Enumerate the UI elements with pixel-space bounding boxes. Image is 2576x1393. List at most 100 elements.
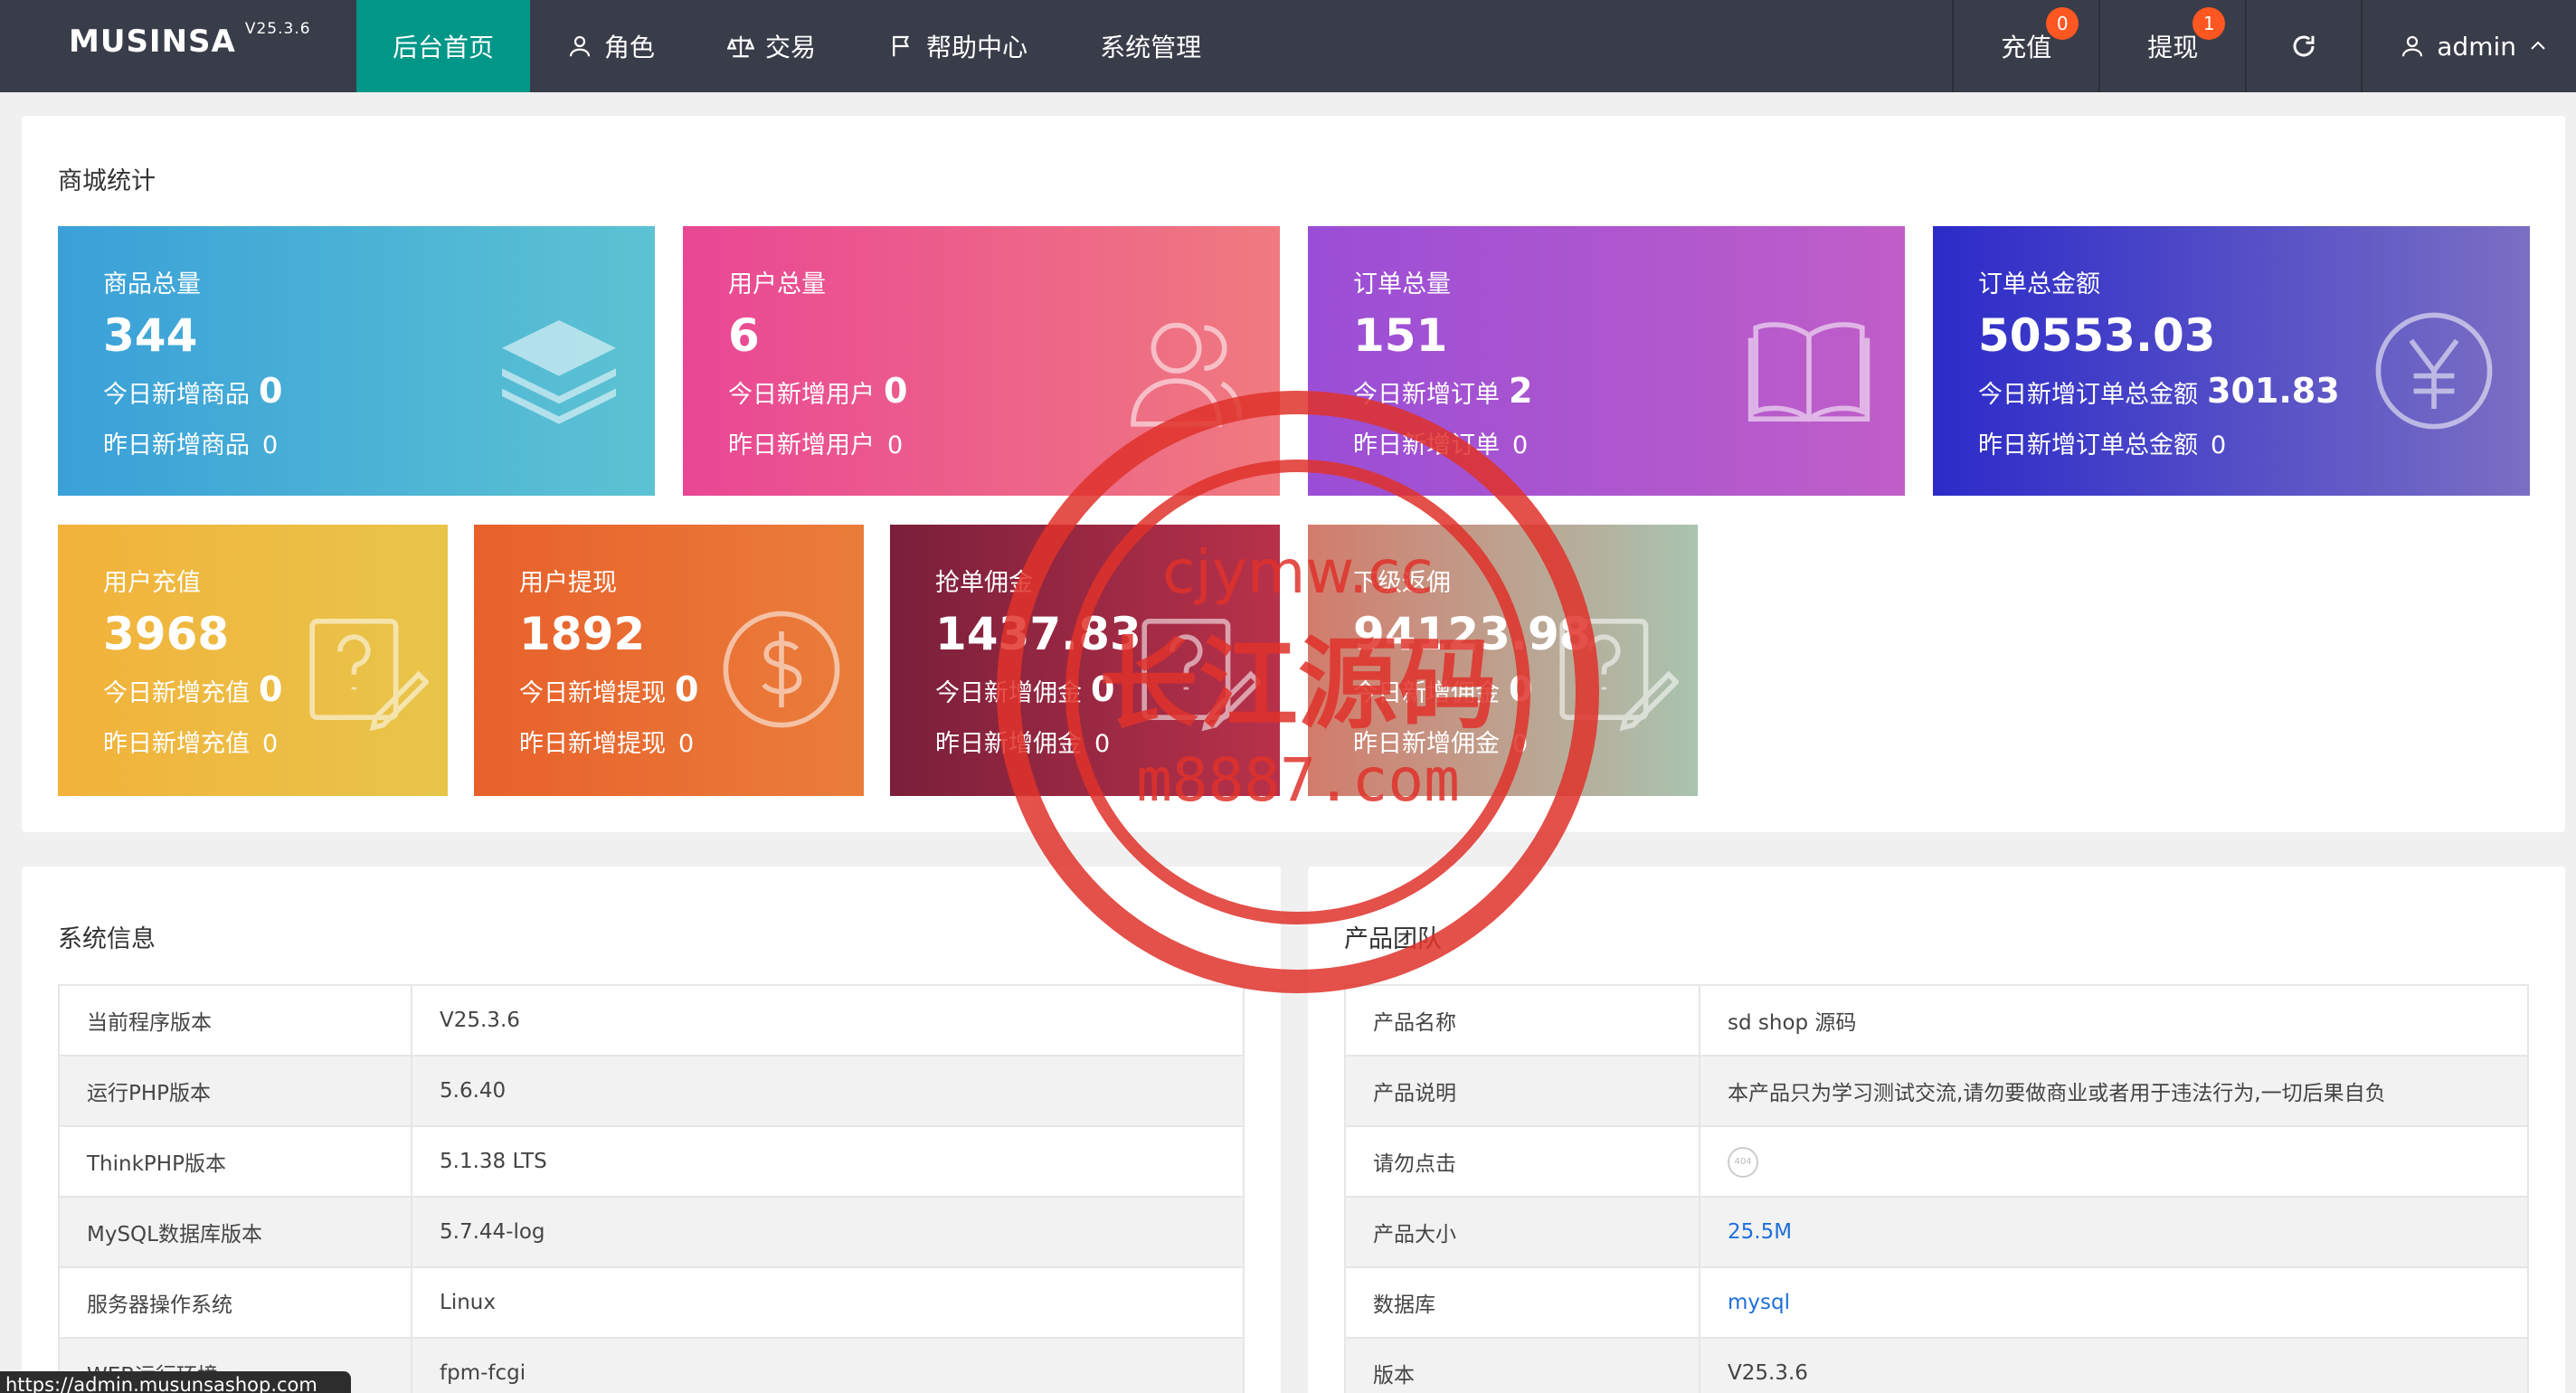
card-label: 订单总金额 <box>1978 270 2100 298</box>
card-value: 3968 <box>103 608 230 660</box>
top-navbar: MUSINSA V25.3.6 后台首页 角色 交易 帮助中心 系统管理 充值 0… <box>0 0 2576 92</box>
row-value: 25.5M <box>1699 1196 2529 1268</box>
card-value: 6 <box>728 309 760 362</box>
nav-help[interactable]: 帮助中心 <box>852 0 1064 92</box>
card-yesterday: 昨日新增充值 0 <box>103 730 279 758</box>
row-value: mysql <box>1699 1266 2529 1339</box>
card-today: 今日新增佣金 0 <box>1353 669 1533 709</box>
row-value: 本产品只为学习测试交流,请勿要做商业或者用于违法行为,一切后果自负 <box>1699 1055 2529 1127</box>
row-key: 请勿点击 <box>1344 1125 1700 1198</box>
version-label: V25.3.6 <box>244 19 311 38</box>
nav-system[interactable]: 系统管理 <box>1064 0 1237 92</box>
table-row: 版本 V25.3.6 <box>1344 1337 2529 1393</box>
row-value: 5.6.40 <box>411 1055 1245 1127</box>
card-value: 151 <box>1353 309 1448 362</box>
stat-card-products[interactable]: 商品总量 344 今日新增商品 0 昨日新增商品 0 <box>58 226 655 496</box>
stat-card-order-amount[interactable]: 订单总金额 50553.03 今日新增订单总金额 301.83 昨日新增订单总金额… <box>1933 226 2530 496</box>
row-key: 运行PHP版本 <box>58 1055 412 1127</box>
table-row: ThinkPHP版本 5.1.38 LTS <box>58 1125 1245 1198</box>
card-today: 今日新增提现 0 <box>519 669 699 709</box>
card-yesterday: 昨日新增佣金 0 <box>1353 730 1529 758</box>
card-today: 今日新增订单总金额 301.83 <box>1978 371 2340 411</box>
brand-logo[interactable]: MUSINSA V25.3.6 <box>69 20 311 60</box>
user-menu[interactable]: admin <box>2361 0 2576 92</box>
question-edit-icon <box>1559 619 1679 732</box>
row-value: 404 <box>1699 1125 2529 1198</box>
table-row: 产品说明 本产品只为学习测试交流,请勿要做商业或者用于违法行为,一切后果自负 <box>1344 1055 2529 1127</box>
nav-home[interactable]: 后台首页 <box>356 0 531 92</box>
card-yesterday: 昨日新增订单总金额 0 <box>1978 431 2227 460</box>
user-icon <box>569 35 591 57</box>
team-title: 产品团队 <box>1344 925 1442 953</box>
flag-icon <box>893 35 910 57</box>
row-value: 5.1.38 LTS <box>411 1125 1245 1198</box>
question-edit-icon <box>1141 619 1261 732</box>
stat-card-orders[interactable]: 订单总量 151 今日新增订单 2 昨日新增订单 0 <box>1308 226 1905 496</box>
nav-role[interactable]: 角色 <box>530 0 691 92</box>
card-yesterday: 昨日新增提现 0 <box>519 730 695 758</box>
card-value: 1437.83 <box>935 608 1141 660</box>
row-key: 产品说明 <box>1344 1055 1700 1127</box>
card-label: 抢单佣金 <box>935 569 1033 597</box>
row-key: 产品大小 <box>1344 1196 1700 1268</box>
card-today: 今日新增充值 0 <box>103 669 283 709</box>
row-value: V25.3.6 <box>1699 1337 2529 1393</box>
card-value: 1892 <box>519 608 646 660</box>
card-yesterday: 昨日新增订单 0 <box>1353 431 1529 460</box>
question-edit-icon <box>309 619 429 732</box>
card-today: 今日新增佣金 0 <box>935 669 1115 709</box>
card-label: 商品总量 <box>103 270 201 298</box>
stat-card-commission[interactable]: 抢单佣金 1437.83 今日新增佣金 0 昨日新增佣金 0 <box>890 525 1280 796</box>
stat-card-withdraw[interactable]: 用户提现 1892 今日新增提现 0 昨日新增提现 0 <box>474 525 864 796</box>
stat-card-recharge[interactable]: 用户充值 3968 今日新增充值 0 昨日新增充值 0 <box>58 525 448 796</box>
card-today: 今日新增商品 0 <box>103 371 283 411</box>
book-icon <box>1747 322 1870 422</box>
recharge-badge: 0 <box>2046 7 2079 40</box>
row-key: MySQL数据库版本 <box>58 1196 412 1268</box>
card-label: 用户提现 <box>519 569 617 597</box>
withdraw-button[interactable]: 提现 1 <box>2098 0 2245 92</box>
stats-title: 商城统计 <box>58 167 156 195</box>
card-label: 用户总量 <box>728 270 826 298</box>
refresh-icon <box>2293 35 2315 57</box>
table-row: 服务器操作系统 Linux <box>58 1266 1245 1339</box>
card-label: 下级返佣 <box>1353 569 1451 597</box>
card-yesterday: 昨日新增商品 0 <box>103 431 279 460</box>
row-value: fpm-fcgi <box>411 1337 1245 1393</box>
table-row: 当前程序版本 V25.3.6 <box>58 984 1245 1057</box>
card-yesterday: 昨日新增佣金 0 <box>935 730 1111 758</box>
row-key: 产品名称 <box>1344 984 1700 1057</box>
sysinfo-title: 系统信息 <box>58 925 156 953</box>
stat-card-users[interactable]: 用户总量 6 今日新增用户 0 昨日新增用户 0 <box>683 226 1280 496</box>
card-value: 344 <box>103 309 198 362</box>
card-value: 50553.03 <box>1978 309 2216 362</box>
card-label: 订单总量 <box>1353 270 1451 298</box>
row-key: ThinkPHP版本 <box>58 1125 412 1198</box>
refresh-button[interactable] <box>2245 0 2361 92</box>
row-key: 数据库 <box>1344 1266 1700 1339</box>
do-not-click-link[interactable]: 404 <box>1728 1146 1758 1178</box>
row-value: V25.3.6 <box>411 984 1245 1057</box>
row-key: 服务器操作系统 <box>58 1266 412 1339</box>
row-key: 当前程序版本 <box>58 984 412 1057</box>
team-table: 产品名称 sd shop 源码 产品说明 本产品只为学习测试交流,请勿要做商业或者用… <box>1344 984 2529 1393</box>
table-row: 请勿点击 404 <box>1344 1125 2529 1198</box>
stat-card-sub-commission[interactable]: 下级返佣 94123.98 今日新增佣金 0 昨日新增佣金 0 <box>1308 525 1698 796</box>
user-icon <box>2402 35 2423 57</box>
table-row: MySQL数据库版本 5.7.44-log <box>58 1196 1245 1268</box>
withdraw-badge: 1 <box>2192 7 2226 40</box>
database-link[interactable]: mysql <box>1728 1291 1790 1314</box>
recharge-button[interactable]: 充值 0 <box>1952 0 2098 92</box>
table-row: 数据库 mysql <box>1344 1266 2529 1339</box>
size-link[interactable]: 25.5M <box>1728 1220 1792 1244</box>
main-nav: 后台首页 角色 交易 帮助中心 系统管理 <box>356 0 1237 92</box>
card-today: 今日新增订单 2 <box>1353 371 1533 411</box>
table-row: 产品大小 25.5M <box>1344 1196 2529 1268</box>
nav-trade[interactable]: 交易 <box>691 0 852 92</box>
row-value: sd shop 源码 <box>1699 984 2529 1057</box>
layers-icon <box>502 320 616 424</box>
sysinfo-panel: 系统信息 当前程序版本 V25.3.6 运行PHP版本 5.6.40 ThinkPH… <box>22 867 1281 1393</box>
dollar-icon <box>723 611 840 728</box>
sysinfo-table: 当前程序版本 V25.3.6 运行PHP版本 5.6.40 ThinkPHP版本 5.… <box>58 984 1245 1393</box>
row-value: Linux <box>411 1266 1245 1339</box>
